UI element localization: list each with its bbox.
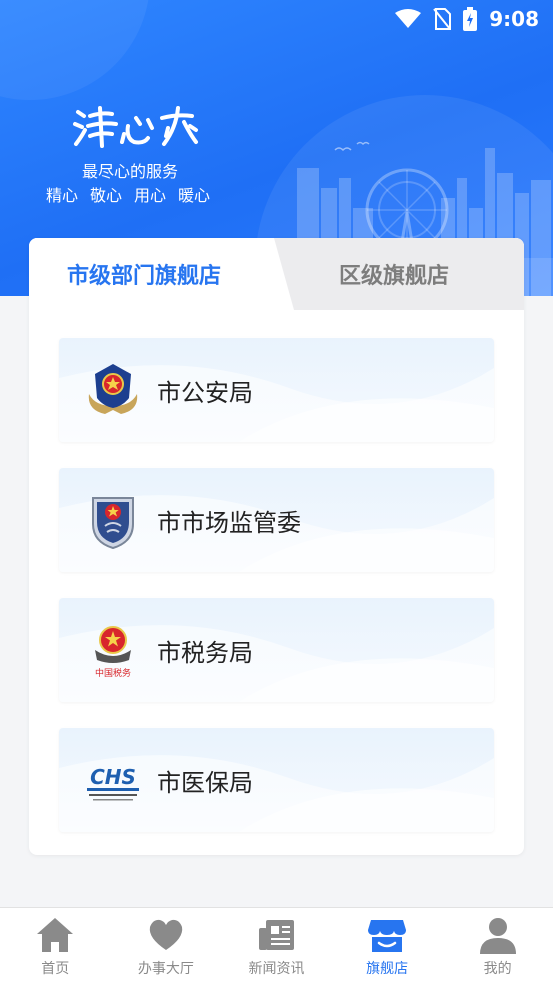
- app-logo: [73, 106, 198, 148]
- tab-city-departments[interactable]: 市级部门旗舰店: [67, 238, 221, 310]
- slogan-tag: 用心: [134, 186, 167, 205]
- user-icon: [479, 918, 516, 954]
- police-emblem-icon: [88, 364, 138, 414]
- home-icon: [37, 918, 74, 952]
- nav-item-home[interactable]: 首页: [0, 908, 111, 983]
- store-icon: [368, 920, 407, 952]
- tax-emblem-caption: 中国税务: [95, 667, 131, 679]
- dept-name: 市市场监管委: [157, 508, 301, 537]
- nav-item-news[interactable]: 新闻资讯: [221, 908, 332, 983]
- bottom-navigation: 首页 办事大厅 新闻资讯 旗舰店 我的: [0, 907, 553, 983]
- dept-item-tax[interactable]: 中国税务 市税务局: [59, 598, 494, 702]
- wifi-icon: [395, 9, 422, 28]
- chs-logo-text: CHS: [90, 765, 136, 789]
- dept-name: 市公安局: [157, 378, 253, 407]
- nav-label: 办事大厅: [137, 961, 194, 977]
- slogan-tag: 敬心: [90, 186, 123, 205]
- dept-item-medical-insurance[interactable]: CHS 市医保局: [59, 728, 494, 832]
- no-sim-icon: [433, 8, 452, 30]
- dept-item-market-regulation[interactable]: 市市场监管委: [59, 468, 494, 572]
- nav-item-mine[interactable]: 我的: [442, 908, 553, 983]
- nav-item-flagship-store[interactable]: 旗舰店: [332, 908, 443, 983]
- chs-logo-icon: CHS: [87, 765, 139, 801]
- status-time: 9:08: [489, 7, 539, 31]
- slogan-tags: 精心 敬心 用心 暖心: [46, 182, 210, 206]
- slogan-tag: 精心: [46, 186, 79, 205]
- flagship-store-card: 市级部门旗舰店 区级旗舰店 市公安局 市市场监管委 中国税务 市税务局 CHS …: [29, 238, 524, 855]
- slogan: 最尽心的服务: [82, 162, 179, 181]
- tab-district-stores[interactable]: 区级旗舰店: [339, 238, 449, 310]
- dept-name: 市税务局: [157, 638, 253, 667]
- status-bar: 9:08: [0, 0, 553, 38]
- dept-item-police[interactable]: 市公安局: [59, 338, 494, 442]
- market-regulation-emblem-icon: [92, 497, 134, 550]
- battery-charging-icon: [463, 7, 478, 31]
- nav-label: 旗舰店: [366, 961, 409, 977]
- tax-emblem-icon: 中国税务: [95, 626, 131, 679]
- heart-icon: [149, 919, 183, 950]
- slogan-tag: 暖心: [178, 186, 211, 205]
- dept-name: 市医保局: [157, 768, 253, 797]
- nav-item-service-hall[interactable]: 办事大厅: [111, 908, 222, 983]
- nav-label: 新闻资讯: [248, 961, 305, 977]
- store-tabs: 市级部门旗舰店 区级旗舰店: [29, 238, 524, 310]
- news-icon: [259, 920, 295, 950]
- nav-label: 首页: [41, 961, 70, 977]
- nav-label: 我的: [483, 961, 512, 977]
